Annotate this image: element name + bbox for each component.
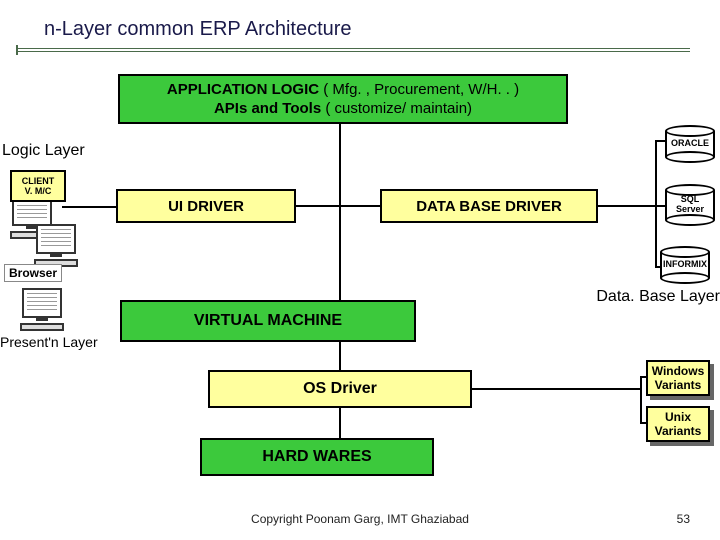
copyright-footer: Copyright Poonam Garg, IMT Ghaziabad: [0, 512, 720, 526]
app-line1-rest: ( Mfg. , Procurement, W/H. . ): [319, 81, 519, 98]
cyl-bot-icon: [665, 151, 715, 163]
presentation-layer-label: Present'n Layer: [0, 334, 98, 350]
cyl-bot-icon: [665, 214, 715, 226]
cyl-top-icon: [665, 184, 715, 196]
windows-variants-box: WindowsVariants: [646, 360, 710, 396]
cyl-top-icon: [660, 246, 710, 258]
database-layer-label: Data. Base Layer: [596, 288, 720, 306]
client-l2: V. M/C: [25, 186, 52, 196]
app-line2-rest: ( customize/ maintain): [321, 100, 472, 117]
sql-server-cylinder: SQLServer: [665, 184, 715, 226]
ui-driver-box: UI DRIVER: [116, 189, 296, 223]
title-rule-1: [16, 48, 690, 49]
win-l2: Variants: [655, 378, 702, 392]
client-l1: CLIENT: [22, 176, 55, 186]
page-number: 53: [677, 512, 690, 526]
cyl-bot-icon: [660, 272, 710, 284]
db-driver-right-connector: [598, 205, 656, 207]
application-logic-box: APPLICATION LOGIC ( Mfg. , Procurement, …: [118, 74, 568, 124]
computer-icon: [30, 224, 82, 267]
unix-variants-box: UnixVariants: [646, 406, 710, 442]
browser-label: Browser: [4, 264, 62, 282]
client-to-ui-connector: [62, 206, 116, 208]
db-fanout-vertical: [655, 140, 657, 268]
os-right-connector: [472, 388, 642, 390]
slide-title-wrap: n-Layer common ERP Architecture: [44, 18, 690, 47]
client-vm-box: CLIENT V. M/C: [10, 170, 66, 202]
app-line2: APIs and Tools ( customize/ maintain): [214, 99, 472, 119]
cyl-top-icon: [665, 125, 715, 137]
informix-cylinder: INFORMIX: [660, 246, 710, 284]
title-rule-2: [16, 51, 690, 52]
os-fanout-vertical: [640, 376, 642, 424]
win-l1: Windows: [652, 364, 705, 378]
os-driver-box: OS Driver: [208, 370, 472, 408]
oracle-cylinder: ORACLE: [665, 125, 715, 163]
app-line1: APPLICATION LOGIC ( Mfg. , Procurement, …: [167, 80, 519, 100]
title-tick: [16, 45, 18, 55]
database-driver-box: DATA BASE DRIVER: [380, 189, 598, 223]
db-fanout-to-sql: [655, 205, 665, 207]
sql-l2: Server: [676, 204, 704, 214]
slide-title: n-Layer common ERP Architecture: [44, 18, 690, 47]
logic-layer-label: Logic Layer: [2, 142, 85, 160]
app-line1-bold: APPLICATION LOGIC: [167, 81, 319, 98]
unix-l1: Unix: [665, 410, 691, 424]
computer-icon: [16, 288, 68, 331]
virtual-machine-box: VIRTUAL MACHINE: [120, 300, 416, 342]
hardwares-box: HARD WARES: [200, 438, 434, 476]
ui-to-db-connector: [296, 205, 380, 207]
unix-l2: Variants: [655, 424, 702, 438]
app-line2-bold: APIs and Tools: [214, 100, 321, 117]
